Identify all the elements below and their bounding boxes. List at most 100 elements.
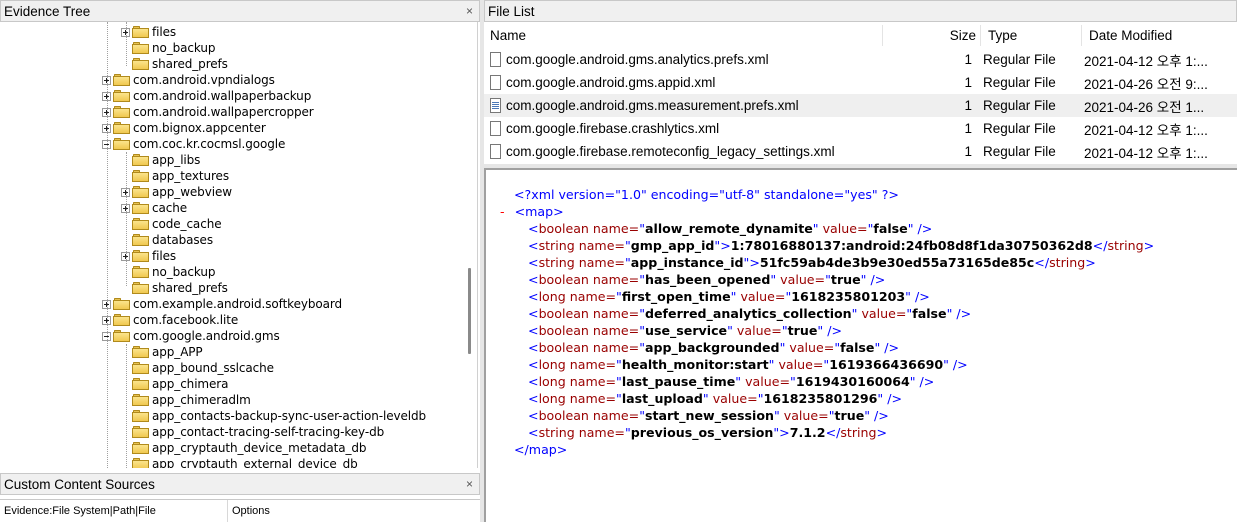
tree-node-label: cache <box>152 201 188 215</box>
tree-node[interactable]: no_backup <box>121 264 216 280</box>
tree-node[interactable]: files <box>121 24 176 40</box>
tree-node[interactable]: app_textures <box>121 168 229 184</box>
xml-entry-value: false <box>912 306 947 321</box>
xml-entry-name: start_new_session <box>645 408 774 423</box>
xml-close-tag-name: string <box>840 425 877 440</box>
column-header-date[interactable]: Date Modified <box>1082 25 1237 46</box>
xml-tag-name: boolean <box>538 272 589 287</box>
tree-node[interactable]: app_contacts-backup-sync-user-action-lev… <box>121 408 426 424</box>
tree-node[interactable]: app_cryptauth_device_metadata_db <box>121 440 367 456</box>
xml-entry-name: last_pause_time <box>621 374 736 389</box>
folder-icon <box>132 42 149 54</box>
tree-guide-line <box>126 152 127 286</box>
file-name: com.google.firebase.crashlytics.xml <box>506 121 720 136</box>
tree-node[interactable]: com.android.vpndialogs <box>102 72 275 88</box>
xml-entry-name: previous_os_version <box>630 425 774 440</box>
tree-node[interactable]: com.android.wallpapercropper <box>102 104 314 120</box>
tree-node-label: databases <box>152 233 213 247</box>
folder-icon <box>132 234 149 246</box>
tree-node-label: app_contact-tracing-self-tracing-key-db <box>152 425 385 439</box>
tree-node[interactable]: com.coc.kr.cocmsl.google <box>102 136 285 152</box>
tree-node[interactable]: app_bound_sslcache <box>121 360 274 376</box>
tree-node[interactable]: files <box>121 248 176 264</box>
tree-node[interactable]: app_webview <box>121 184 232 200</box>
file-type: Regular File <box>983 121 1056 136</box>
tree-node[interactable]: cache <box>121 200 187 216</box>
folder-icon <box>132 250 149 262</box>
file-row[interactable]: com.google.android.gms.analytics.prefs.x… <box>484 48 1237 71</box>
tree-node-label: com.facebook.lite <box>133 313 239 327</box>
xml-entry: <long name="last_pause_time" value="1619… <box>528 374 935 389</box>
folder-icon <box>113 298 130 310</box>
folder-icon <box>132 394 149 406</box>
evidence-tree-scrollbar[interactable] <box>461 22 477 468</box>
xml-viewer[interactable]: <?xml version="1.0" encoding="utf-8" sta… <box>484 168 1237 522</box>
collapse-map-toggle[interactable]: - <box>500 204 505 219</box>
file-row[interactable]: com.google.firebase.crashlytics.xml 1 Regu… <box>484 117 1237 140</box>
folder-icon <box>132 154 149 166</box>
xml-map-close: </map> <box>514 441 567 458</box>
file-row[interactable]: com.google.firebase.remoteconfig_legacy_… <box>484 140 1237 163</box>
xml-entry: <boolean name="app_backgrounded" value="… <box>528 340 900 355</box>
xml-declaration: <?xml version="1.0" encoding="utf-8" sta… <box>514 186 899 203</box>
file-list[interactable]: Name Size Type Date Modified com.google.… <box>484 22 1237 164</box>
xml-tag-name: boolean <box>538 306 589 321</box>
xml-entry-value: 1618235801296 <box>763 391 878 406</box>
tree-node[interactable]: app_contact-tracing-self-tracing-key-db <box>121 424 384 440</box>
xml-tag-name: boolean <box>538 221 589 236</box>
tree-node[interactable]: code_cache <box>121 216 222 232</box>
tree-node[interactable]: app_chimeradlm <box>121 392 251 408</box>
evidence-tree[interactable]: files no_backup shared_prefs com.android.vp… <box>0 22 478 468</box>
column-header-size[interactable]: Size <box>883 25 981 46</box>
file-size: 1 <box>964 121 972 136</box>
tree-node[interactable]: com.example.android.softkeyboard <box>102 296 342 312</box>
file-list-header: File List <box>484 0 1237 22</box>
file-type: Regular File <box>983 144 1056 159</box>
xml-entry-value: 51fc59ab4de3b9e30ed55a73165de85c <box>759 255 1035 270</box>
tree-node[interactable]: com.android.wallpaperbackup <box>102 88 311 104</box>
tree-node-label: files <box>152 25 177 39</box>
file-date-modified: 2021-04-12 오후 1:... <box>1084 145 1208 161</box>
tree-node-label: com.android.vpndialogs <box>133 73 275 87</box>
file-icon <box>490 144 501 159</box>
tree-node[interactable]: app_cryptauth_external_device_db <box>121 456 358 468</box>
column-header-type[interactable]: Type <box>981 25 1082 46</box>
custom-content-header: Custom Content Sources × <box>0 473 480 495</box>
column-header-type-label: Type <box>988 28 1018 43</box>
tree-node[interactable]: com.google.android.gms <box>102 328 280 344</box>
tree-node[interactable]: shared_prefs <box>121 56 228 72</box>
file-date-modified: 2021-04-12 오후 1:... <box>1084 122 1208 138</box>
file-row[interactable]: com.google.android.gms.measurement.prefs… <box>484 94 1237 117</box>
custom-content-column-options[interactable]: Options <box>228 500 480 522</box>
xml-entry-name: app_instance_id <box>630 255 744 270</box>
tree-node-label: com.android.wallpaperbackup <box>133 89 312 103</box>
evidence-tree-scroll-thumb[interactable] <box>468 268 471 354</box>
tree-node[interactable]: databases <box>121 232 213 248</box>
tree-node[interactable]: app_APP <box>121 344 203 360</box>
column-header-date-label: Date Modified <box>1089 28 1173 43</box>
column-header-name[interactable]: Name <box>484 25 883 46</box>
folder-icon <box>132 186 149 198</box>
tree-node[interactable]: app_chimera <box>121 376 228 392</box>
tree-node-label: files <box>152 249 177 263</box>
file-row[interactable]: com.google.android.gms.appid.xml 1 Regular… <box>484 71 1237 94</box>
xml-entry: <boolean name="allow_remote_dynamite" va… <box>528 221 933 236</box>
tree-node[interactable]: com.facebook.lite <box>102 312 238 328</box>
xml-map-open: - <map> <box>500 203 564 220</box>
tree-node[interactable]: com.bignox.appcenter <box>102 120 266 136</box>
xml-entry: <string name="previous_os_version">7.1.2… <box>528 425 888 440</box>
folder-icon <box>132 458 149 468</box>
tree-node-label: com.example.android.softkeyboard <box>133 297 343 311</box>
xml-entry-name: gmp_app_id <box>630 238 715 253</box>
tree-node[interactable]: app_libs <box>121 152 200 168</box>
folder-icon <box>132 426 149 438</box>
file-list-title: File List <box>488 3 535 19</box>
custom-content-column-path[interactable]: Evidence:File System|Path|File <box>0 500 228 522</box>
tree-node-label: com.android.wallpapercropper <box>133 105 314 119</box>
custom-content-close-icon[interactable]: × <box>466 477 473 491</box>
tree-node[interactable]: no_backup <box>121 40 216 56</box>
xml-entry-name: app_backgrounded <box>645 340 780 355</box>
xml-tag-name: long <box>538 289 566 304</box>
tree-node[interactable]: shared_prefs <box>121 280 228 296</box>
evidence-tree-close-icon[interactable]: × <box>466 4 473 18</box>
